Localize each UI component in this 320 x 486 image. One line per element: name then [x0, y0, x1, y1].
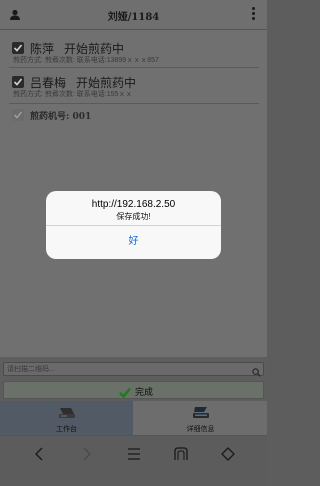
search-icon[interactable]: [252, 364, 261, 382]
browser-toolbar: [0, 435, 267, 486]
dialog-title: http://192.168.2.50: [91, 199, 176, 210]
page-title: 刘娅/1184: [107, 12, 160, 23]
home-icon[interactable]: [218, 444, 238, 464]
scan-search-bar: [0, 357, 267, 381]
tabs-icon[interactable]: [171, 444, 191, 464]
top-header: 刘娅/1184: [0, 0, 267, 30]
forward-arrow-icon[interactable]: [76, 444, 96, 464]
back-arrow-icon[interactable]: [30, 444, 50, 464]
more-vertical-icon[interactable]: [252, 7, 256, 21]
complete-label: 完成: [135, 387, 154, 397]
checkbox-checked[interactable]: [12, 76, 24, 88]
alert-dialog: http://192.168.2.50 保存成功! 好: [46, 191, 221, 259]
scanner-icon: [192, 406, 210, 425]
list-item[interactable]: 吕春梅 开始煎药中 煎药方式: 煎煮次数: 联系电话:155ｘｘ: [9, 74, 259, 104]
checkbox-checked[interactable]: [12, 42, 24, 54]
machine-row: 煎药机号: 001: [9, 107, 259, 127]
checkbox-disabled: [12, 109, 24, 121]
qr-scan-input[interactable]: [3, 362, 264, 376]
dialog-message: 保存成功!: [116, 212, 151, 221]
patient-detail: 煎药方式: 煎煮次数: 联系电话:155ｘｘ: [13, 91, 133, 98]
machine-number-label: 煎药机号: 001: [30, 112, 92, 122]
tab-label: 工作台: [56, 426, 77, 433]
dialog-ok-button[interactable]: 好: [46, 227, 221, 257]
menu-icon[interactable]: [124, 444, 144, 464]
patient-detail: 煎药方式: 煎煮次数: 联系电话:13899ｘｘｘ857: [13, 57, 159, 64]
app-screen: 刘娅/1184 陈萍 开始煎药中 煎药方式: 煎煮次数: 联系电话:13899ｘ…: [0, 0, 267, 486]
tab-details[interactable]: 详细信息: [134, 401, 267, 435]
bottom-tab-bar: 工作台 详细信息: [0, 401, 267, 435]
tab-workbench[interactable]: 工作台: [0, 401, 133, 435]
dialog-divider: [46, 225, 221, 226]
complete-button[interactable]: 完成: [3, 381, 264, 399]
tab-label: 详细信息: [186, 426, 215, 433]
workbench-icon: [58, 406, 76, 425]
list-item[interactable]: 陈萍 开始煎药中 煎药方式: 煎煮次数: 联系电话:13899ｘｘｘ857: [9, 40, 259, 68]
